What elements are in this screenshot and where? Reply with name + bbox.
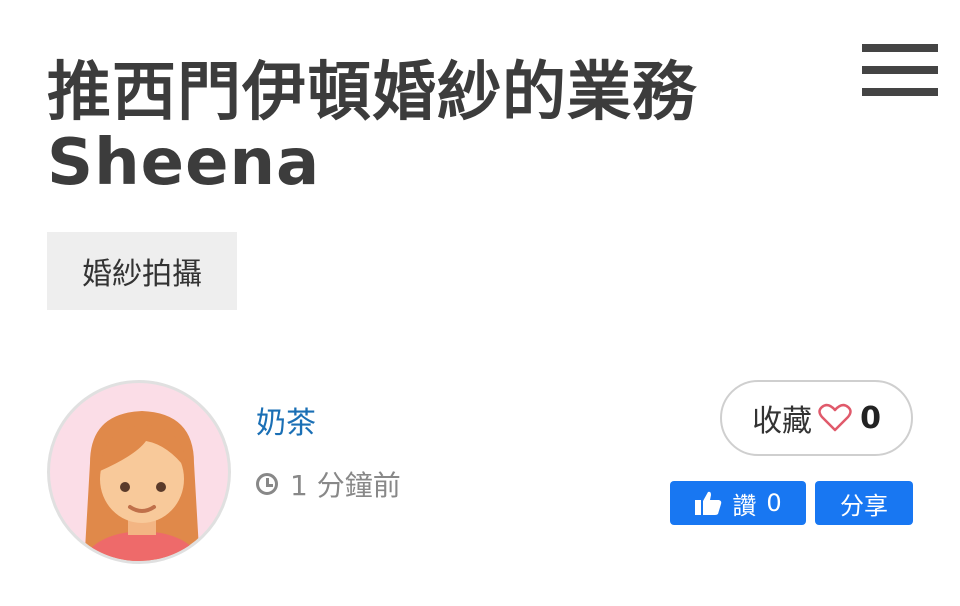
author-name-link[interactable]: 奶茶 <box>256 398 316 442</box>
clock-icon <box>256 473 278 495</box>
post-time: 1 分鐘前 <box>256 466 401 502</box>
menu-line <box>862 66 938 74</box>
category-tag[interactable]: 婚紗拍攝 <box>47 232 237 310</box>
favorite-button[interactable]: 收藏 0 <box>720 380 913 456</box>
avatar[interactable] <box>47 380 231 564</box>
menu-line <box>862 44 938 52</box>
favorite-count: 0 <box>860 400 881 436</box>
like-label: 讚 <box>732 491 757 520</box>
facebook-like-button[interactable]: 讚 0 <box>670 481 806 525</box>
facebook-share-button[interactable]: 分享 <box>815 481 913 525</box>
heart-icon <box>818 403 852 433</box>
thumbs-up-icon <box>694 490 722 516</box>
favorite-label: 收藏 <box>752 404 813 439</box>
page-title: 推西門伊頓婚紗的業務Sheena <box>47 56 697 200</box>
like-count: 0 <box>766 489 782 517</box>
hamburger-menu-icon[interactable] <box>862 44 938 98</box>
avatar-girl-icon <box>82 411 202 561</box>
menu-line <box>862 88 938 96</box>
time-ago-text: 1 分鐘前 <box>290 469 401 502</box>
